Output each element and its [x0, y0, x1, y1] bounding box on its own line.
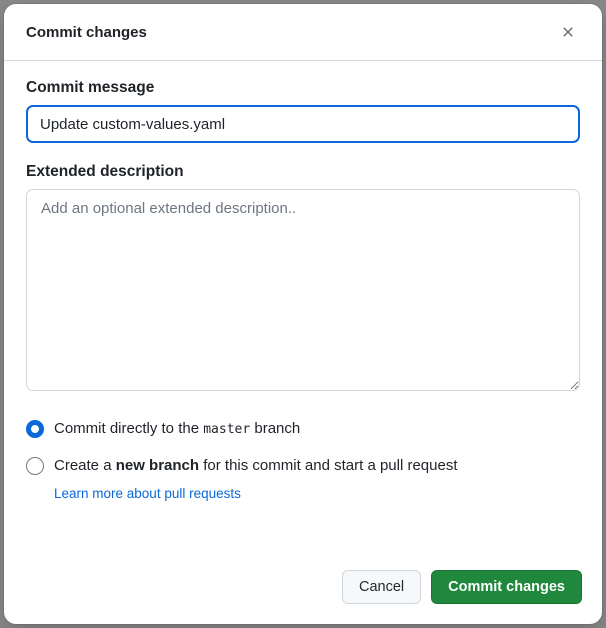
learn-more-link[interactable]: Learn more about pull requests: [54, 486, 241, 501]
branch-options: Commit directly to the master branch Cre…: [26, 418, 580, 503]
dialog-title: Commit changes: [26, 24, 147, 41]
extended-description-textarea[interactable]: [26, 189, 580, 391]
option-newbranch-pre: Create a: [54, 457, 116, 474]
dialog-footer: Cancel Commit changes: [4, 552, 602, 624]
option-direct-post: branch: [250, 420, 300, 437]
radio-unchecked-icon: [26, 457, 44, 475]
option-newbranch-post: for this commit and start a pull request: [199, 457, 457, 474]
close-button[interactable]: [554, 18, 582, 46]
option-direct-branchname: master: [203, 422, 250, 437]
cancel-button[interactable]: Cancel: [342, 570, 421, 604]
close-icon: [560, 24, 576, 40]
commit-changes-button[interactable]: Commit changes: [431, 570, 582, 604]
commit-changes-dialog: Commit changes Commit message Extended d…: [4, 4, 602, 624]
option-newbranch-bold: new branch: [116, 457, 199, 474]
option-commit-direct-label: Commit directly to the master branch: [54, 418, 300, 441]
option-new-branch-label: Create a new branch for this commit and …: [54, 455, 458, 477]
option-commit-direct[interactable]: Commit directly to the master branch: [26, 418, 580, 441]
dialog-header: Commit changes: [4, 4, 602, 61]
extended-description-label: Extended description: [26, 163, 580, 181]
option-direct-pre: Commit directly to the: [54, 420, 203, 437]
option-new-branch[interactable]: Create a new branch for this commit and …: [26, 455, 580, 477]
commit-message-label: Commit message: [26, 79, 580, 97]
radio-checked-icon: [26, 420, 44, 438]
commit-message-input[interactable]: [26, 105, 580, 143]
learn-more-container: Learn more about pull requests: [54, 485, 580, 503]
dialog-body: Commit message Extended description Comm…: [4, 61, 602, 552]
